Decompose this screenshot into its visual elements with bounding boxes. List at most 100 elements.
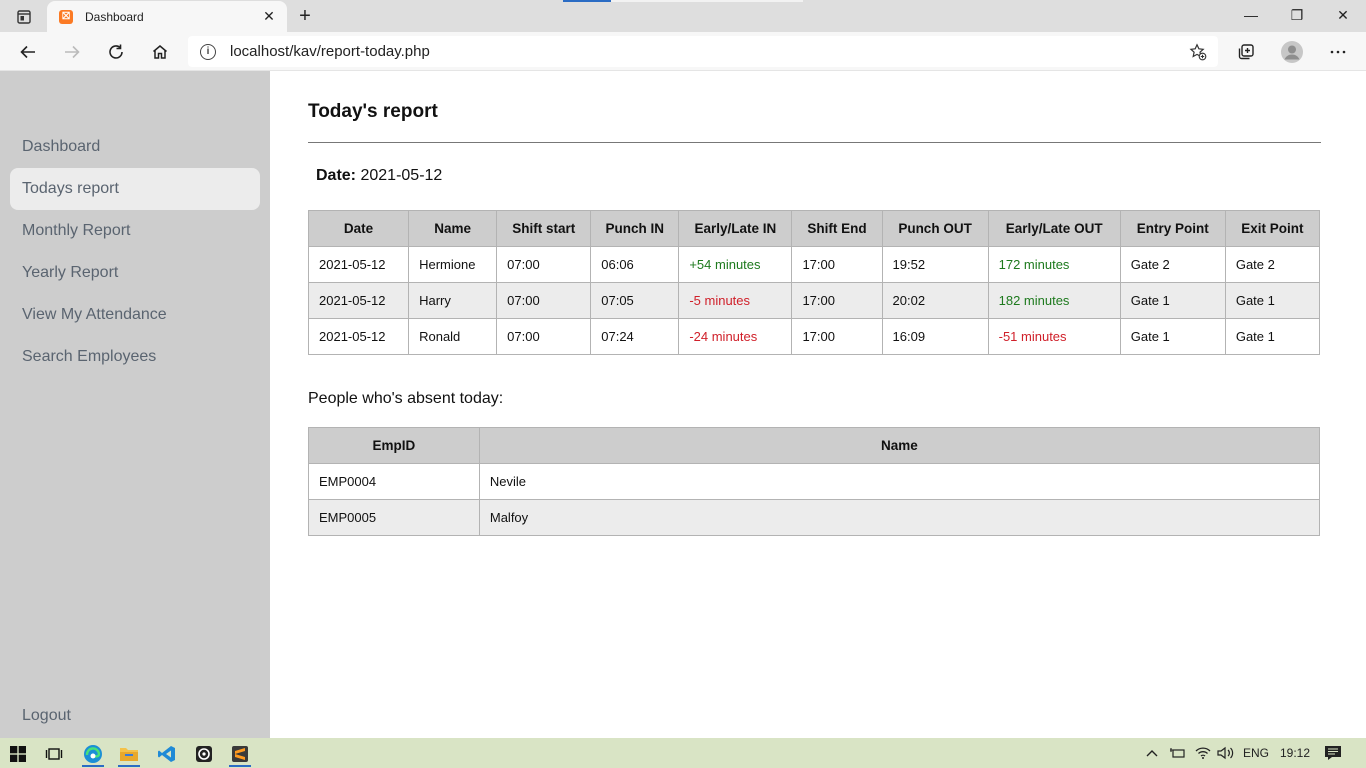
start-button[interactable] (3, 741, 33, 767)
tab-actions-button[interactable] (8, 6, 40, 28)
sidebar-item-search-employees[interactable]: Search Employees (10, 336, 260, 378)
add-favorite-button[interactable] (1184, 38, 1212, 66)
column-header: EmpID (308, 427, 480, 464)
task-view-icon (45, 748, 63, 760)
browser-toolbar: i localhost/kav/report-today.php (0, 32, 1366, 71)
notifications-button[interactable] (1324, 738, 1342, 768)
url-text: localhost/kav/report-today.php (230, 43, 1184, 60)
column-header: Entry Point (1119, 210, 1226, 247)
table-cell: 20:02 (881, 282, 989, 319)
refresh-button[interactable] (100, 36, 132, 68)
avatar-icon (1281, 41, 1303, 63)
back-arrow-icon (20, 45, 35, 59)
table-cell-early-late-in: -24 minutes (678, 318, 793, 355)
task-view-button[interactable] (39, 741, 69, 767)
address-bar[interactable]: i localhost/kav/report-today.php (188, 36, 1218, 67)
column-header: Shift End (791, 210, 883, 247)
site-info-icon[interactable]: i (200, 43, 216, 60)
table-cell: 17:00 (791, 246, 883, 283)
table-header-row: EmpID Name (308, 427, 1321, 464)
table-cell: Hermione (408, 246, 498, 283)
sublime-text-icon (232, 746, 248, 762)
browser-titlebar: ⛝ Dashboard ✕ + — ❐ ✕ (0, 0, 1366, 32)
close-tab-icon[interactable]: ✕ (257, 5, 281, 29)
taskbar-file-explorer[interactable] (114, 741, 144, 767)
volume-button[interactable] (1217, 738, 1235, 768)
close-window-button[interactable]: ✕ (1320, 0, 1366, 30)
tab-actions-icon (17, 10, 31, 24)
table-cell-early-late-in: +54 minutes (678, 246, 793, 283)
input-language-button[interactable]: ENG (1243, 738, 1269, 768)
battery-plug-icon (1170, 748, 1185, 758)
absent-section-label: People who's absent today: (308, 390, 504, 407)
table-cell: Gate 1 (1224, 282, 1321, 319)
taskbar-app[interactable] (189, 741, 219, 767)
column-header: Date (307, 210, 410, 247)
clock[interactable]: 19:12 (1280, 738, 1310, 768)
table-cell: 07:00 (496, 246, 592, 283)
home-icon (153, 45, 167, 59)
obs-app-icon (196, 746, 212, 762)
collections-button[interactable] (1230, 36, 1262, 68)
restore-button[interactable]: ❐ (1274, 0, 1320, 30)
profile-button[interactable] (1276, 36, 1308, 68)
table-cell: Gate 2 (1224, 246, 1321, 283)
table-cell: Gate 1 (1119, 282, 1226, 319)
taskbar-vscode[interactable] (152, 741, 182, 767)
home-button[interactable] (144, 36, 176, 68)
column-header: Early/Late OUT (987, 210, 1121, 247)
table-cell-early-late-in: -5 minutes (678, 282, 793, 319)
show-hidden-icons-button[interactable] (1145, 738, 1159, 768)
table-cell-early-late-out: 182 minutes (987, 282, 1121, 319)
new-tab-button[interactable]: + (292, 4, 318, 28)
network-button[interactable] (1195, 738, 1211, 768)
column-header: Punch IN (590, 210, 680, 247)
edge-icon (84, 745, 102, 763)
battery-button[interactable] (1170, 738, 1186, 768)
sidebar-item-todays-report[interactable]: Todays report (10, 168, 260, 210)
sidebar-item-yearly-report[interactable]: Yearly Report (10, 252, 260, 294)
table-cell: 07:00 (496, 282, 592, 319)
table-row: 2021-05-12 Hermione 07:00 06:06 +54 minu… (307, 246, 1321, 283)
table-cell: 07:24 (590, 318, 680, 355)
url-path: /kav/report-today.php (289, 43, 430, 60)
table-cell: 17:00 (791, 318, 883, 355)
sidebar: Dashboard Todays report Monthly Report Y… (0, 71, 270, 738)
forward-button[interactable] (56, 36, 88, 68)
taskbar: ENG 19:12 (0, 738, 1366, 768)
titlebar-accent (563, 0, 611, 2)
table-row: EMP0004 Nevile (308, 463, 1321, 500)
more-dots-icon (1330, 50, 1346, 54)
sidebar-item-dashboard[interactable]: Dashboard (10, 126, 260, 168)
table-cell: 07:05 (590, 282, 680, 319)
browser-tab-dashboard[interactable]: ⛝ Dashboard ✕ (47, 1, 287, 32)
taskbar-sublime-text[interactable] (225, 741, 255, 767)
table-cell: EMP0005 (308, 499, 480, 536)
table-row: 2021-05-12 Ronald 07:00 07:24 -24 minute… (307, 318, 1321, 355)
table-cell: 06:06 (590, 246, 680, 283)
table-cell: 17:00 (791, 282, 883, 319)
tab-title: Dashboard (85, 9, 144, 24)
titlebar-accent-light (611, 0, 803, 2)
minimize-button[interactable]: — (1228, 0, 1274, 30)
wifi-icon (1195, 747, 1211, 759)
table-cell: Gate 1 (1119, 318, 1226, 355)
table-cell-early-late-out: -51 minutes (987, 318, 1121, 355)
taskbar-edge[interactable] (78, 741, 108, 767)
table-cell: 16:09 (881, 318, 989, 355)
absent-employees-table: EmpID Name EMP0004 Nevile EMP0005 Malfoy (308, 427, 1321, 536)
sidebar-item-view-my-attendance[interactable]: View My Attendance (10, 294, 260, 336)
sidebar-item-monthly-report[interactable]: Monthly Report (10, 210, 260, 252)
table-cell-early-late-out: 172 minutes (987, 246, 1121, 283)
action-center-icon (1325, 746, 1341, 760)
table-cell: Harry (408, 282, 498, 319)
windows-logo-icon (10, 746, 26, 762)
back-button[interactable] (12, 36, 44, 68)
settings-more-button[interactable] (1322, 36, 1354, 68)
column-header: Punch OUT (881, 210, 989, 247)
logout-link[interactable]: Logout (10, 695, 260, 737)
report-date: Date: 2021-05-12 (316, 167, 442, 185)
table-row: EMP0005 Malfoy (308, 499, 1321, 536)
folder-icon (120, 748, 138, 761)
page-title: Today's report (308, 101, 438, 122)
